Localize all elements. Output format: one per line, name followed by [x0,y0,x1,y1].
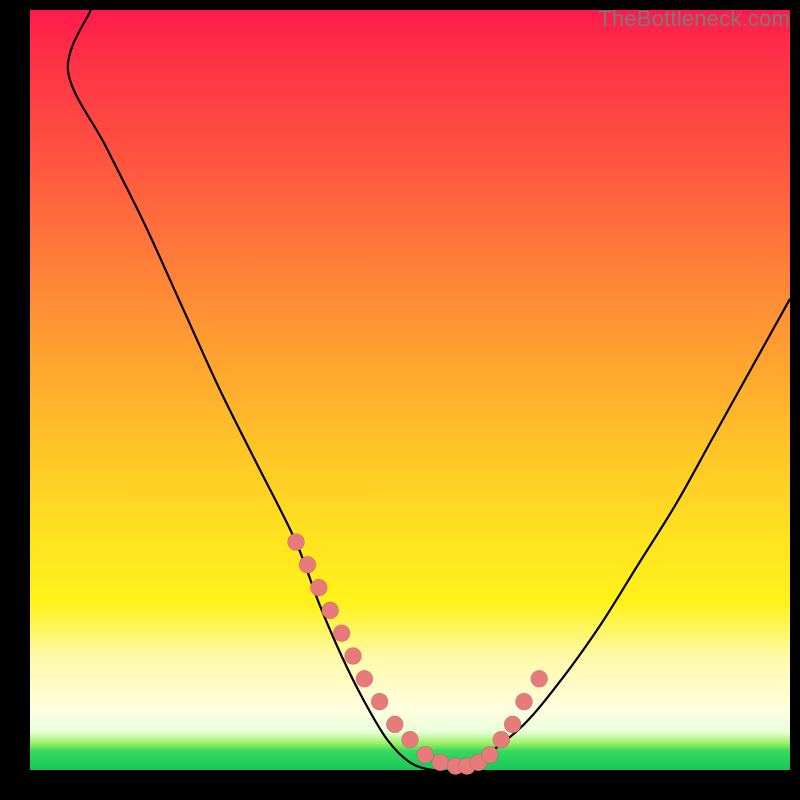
sample-dot [288,534,305,551]
sample-dots-group [288,534,548,775]
sample-dot [516,693,533,710]
plot-overlay [30,10,790,770]
bottleneck-curve [68,10,790,771]
sample-dot [402,731,419,748]
sample-dot [322,602,339,619]
sample-dot [310,579,327,596]
sample-dot [504,716,521,733]
watermark-label: TheBottleneck.com [598,6,790,32]
sample-dot [417,746,434,763]
sample-dot [386,716,403,733]
sample-dot [493,731,510,748]
sample-dot [481,746,498,763]
sample-dot [333,625,350,642]
sample-dot [345,648,362,665]
chart-stage: TheBottleneck.com [0,0,800,800]
sample-dot [299,556,316,573]
sample-dot [531,670,548,687]
sample-dot [432,754,449,771]
sample-dot [356,670,373,687]
plot-area [30,10,790,770]
sample-dot [371,693,388,710]
